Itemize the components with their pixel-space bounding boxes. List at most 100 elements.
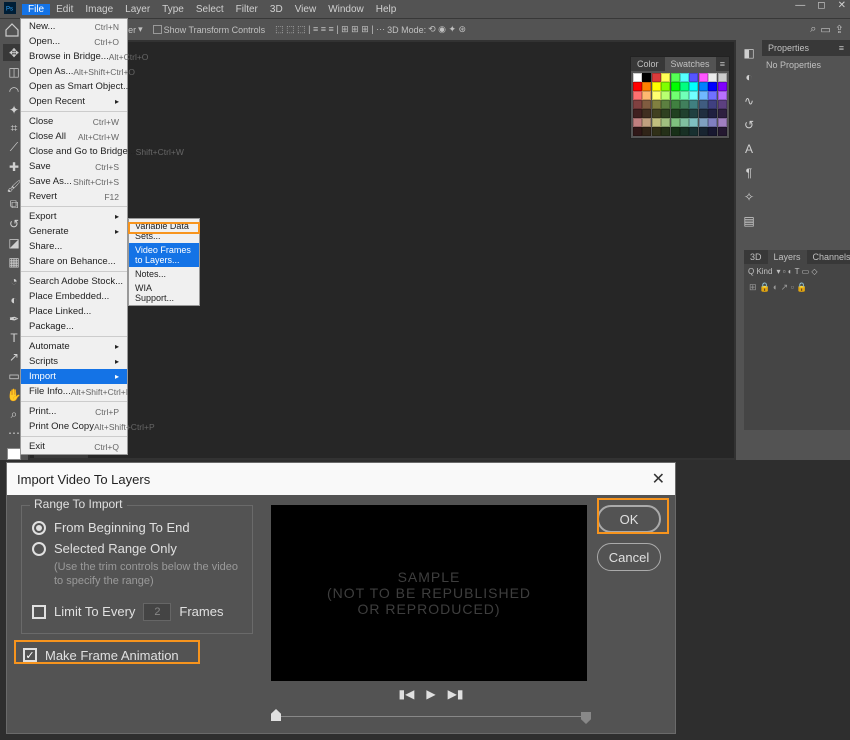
swatch[interactable] bbox=[633, 100, 642, 109]
swatch[interactable] bbox=[661, 91, 670, 100]
swatch[interactable] bbox=[708, 82, 717, 91]
menu-layer[interactable]: Layer bbox=[119, 4, 156, 15]
swatch[interactable] bbox=[671, 118, 680, 127]
swatch[interactable] bbox=[708, 100, 717, 109]
swatch[interactable] bbox=[661, 127, 670, 136]
menu-edit[interactable]: Edit bbox=[50, 4, 79, 15]
swatch[interactable] bbox=[642, 73, 651, 82]
file-menu-item[interactable]: Print...Ctrl+P bbox=[21, 404, 127, 419]
menu-image[interactable]: Image bbox=[79, 4, 119, 15]
color-icon[interactable]: ◧ bbox=[740, 44, 758, 62]
layers-icon[interactable]: ▤ bbox=[740, 212, 758, 230]
menu-3d[interactable]: 3D bbox=[264, 4, 289, 15]
prev-frame-icon[interactable]: ▮◀ bbox=[399, 687, 415, 701]
minimize-icon[interactable]: — bbox=[795, 0, 805, 11]
import-submenu-item[interactable]: WIA Support... bbox=[129, 281, 199, 305]
import-submenu-item[interactable]: Video Frames to Layers... bbox=[129, 243, 199, 267]
trim-start-handle[interactable] bbox=[271, 709, 281, 721]
swatch[interactable] bbox=[652, 109, 661, 118]
swatch[interactable] bbox=[699, 73, 708, 82]
menu-select[interactable]: Select bbox=[190, 4, 230, 15]
file-menu-item[interactable]: Place Linked... bbox=[21, 304, 127, 319]
file-menu-item[interactable]: Automate▸ bbox=[21, 339, 127, 354]
limit-checkbox[interactable] bbox=[32, 605, 46, 619]
channels-tab[interactable]: Channels bbox=[807, 250, 850, 264]
menu-help[interactable]: Help bbox=[370, 4, 403, 15]
file-menu-item[interactable]: RevertF12 bbox=[21, 189, 127, 204]
swatch[interactable] bbox=[680, 73, 689, 82]
swatch[interactable] bbox=[642, 109, 651, 118]
swatch[interactable] bbox=[633, 91, 642, 100]
swatch[interactable] bbox=[680, 100, 689, 109]
swatch[interactable] bbox=[699, 100, 708, 109]
swatch[interactable] bbox=[699, 109, 708, 118]
swatch[interactable] bbox=[633, 82, 642, 91]
swatch[interactable] bbox=[652, 73, 661, 82]
swatch[interactable] bbox=[633, 118, 642, 127]
file-menu-item[interactable]: Generate▸ bbox=[21, 224, 127, 239]
radio-selected-range[interactable] bbox=[32, 542, 46, 556]
file-menu-item[interactable]: Close AllAlt+Ctrl+W bbox=[21, 129, 127, 144]
file-menu-item[interactable]: ExitCtrl+Q bbox=[21, 439, 127, 454]
file-menu-item[interactable]: Open...Ctrl+O bbox=[21, 34, 127, 49]
swatch[interactable] bbox=[652, 100, 661, 109]
swatch[interactable] bbox=[633, 127, 642, 136]
file-menu-item[interactable]: Open As...Alt+Shift+Ctrl+O bbox=[21, 64, 127, 79]
swatch[interactable] bbox=[699, 82, 708, 91]
close-window-icon[interactable]: ✕ bbox=[838, 0, 846, 11]
swatch[interactable] bbox=[652, 118, 661, 127]
swatch[interactable] bbox=[689, 127, 698, 136]
swatch[interactable] bbox=[708, 91, 717, 100]
make-animation-checkbox[interactable] bbox=[23, 648, 37, 662]
file-menu-item[interactable]: Open as Smart Object... bbox=[21, 79, 127, 94]
swatch[interactable] bbox=[680, 82, 689, 91]
foreground-color[interactable] bbox=[7, 448, 21, 460]
restore-icon[interactable]: ◻ bbox=[817, 0, 825, 11]
swatch[interactable] bbox=[699, 91, 708, 100]
cancel-button[interactable]: Cancel bbox=[597, 543, 661, 571]
swatch[interactable] bbox=[661, 100, 670, 109]
swatch[interactable] bbox=[708, 109, 717, 118]
file-menu-item[interactable]: Save As...Shift+Ctrl+S bbox=[21, 174, 127, 189]
swatch[interactable] bbox=[671, 127, 680, 136]
swatch[interactable] bbox=[708, 73, 717, 82]
swatch[interactable] bbox=[671, 91, 680, 100]
swatch[interactable] bbox=[642, 127, 651, 136]
color-tab[interactable]: Color bbox=[631, 57, 665, 71]
next-frame-icon[interactable]: ▶▮ bbox=[448, 687, 464, 701]
swatch[interactable] bbox=[718, 127, 727, 136]
file-menu-item[interactable]: Open Recent▸ bbox=[21, 94, 127, 109]
trim-end-handle[interactable] bbox=[581, 712, 591, 724]
radio-from-beginning[interactable] bbox=[32, 521, 46, 535]
workspace-icon[interactable]: ▭ bbox=[820, 23, 830, 36]
swatch[interactable] bbox=[718, 82, 727, 91]
swatch[interactable] bbox=[642, 82, 651, 91]
import-submenu-item[interactable]: Variable Data Sets... bbox=[129, 219, 199, 243]
menu-filter[interactable]: Filter bbox=[230, 4, 264, 15]
menu-file[interactable]: File bbox=[22, 4, 50, 15]
swatch[interactable] bbox=[718, 91, 727, 100]
swatch[interactable] bbox=[680, 91, 689, 100]
file-menu-item[interactable]: Share on Behance... bbox=[21, 254, 127, 269]
swatch[interactable] bbox=[689, 82, 698, 91]
menu-view[interactable]: View bbox=[289, 4, 323, 15]
swatch[interactable] bbox=[699, 127, 708, 136]
swatch[interactable] bbox=[671, 100, 680, 109]
swatch[interactable] bbox=[718, 100, 727, 109]
file-menu-item[interactable]: Browse in Bridge...Alt+Ctrl+O bbox=[21, 49, 127, 64]
close-icon[interactable]: ✕ bbox=[652, 469, 665, 489]
swatch[interactable] bbox=[689, 109, 698, 118]
swatch[interactable] bbox=[689, 118, 698, 127]
file-menu-item[interactable]: Print One CopyAlt+Shift+Ctrl+P bbox=[21, 419, 127, 434]
para-icon[interactable]: ¶ bbox=[740, 164, 758, 182]
3d-tab[interactable]: 3D bbox=[744, 250, 768, 264]
file-menu-item[interactable]: Import▸ bbox=[21, 369, 127, 384]
file-menu-item[interactable]: Scripts▸ bbox=[21, 354, 127, 369]
menu-type[interactable]: Type bbox=[156, 4, 190, 15]
adjust-icon[interactable]: ◐ bbox=[740, 68, 758, 86]
brush-panel-icon[interactable]: ✧ bbox=[740, 188, 758, 206]
menu-window[interactable]: Window bbox=[322, 4, 370, 15]
swatch[interactable] bbox=[708, 127, 717, 136]
ok- button[interactable]: OK bbox=[597, 505, 661, 533]
file-menu-item[interactable]: New...Ctrl+N bbox=[21, 19, 127, 34]
